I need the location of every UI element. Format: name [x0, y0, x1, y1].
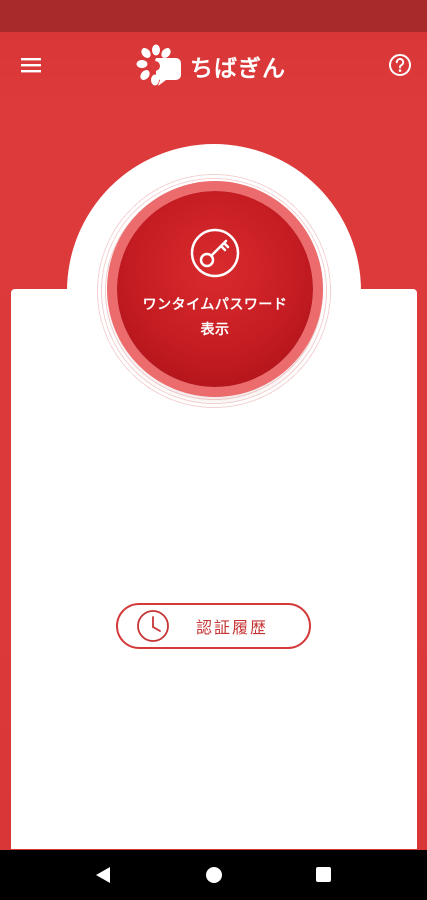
key-icon [190, 228, 240, 278]
app-logo: ちばぎん [136, 44, 286, 88]
auth-history-button[interactable]: 認証履歴 [116, 603, 311, 649]
question-circle-icon [389, 54, 411, 76]
app-header: ちばぎん [0, 32, 427, 100]
recents-square-icon[interactable] [316, 867, 331, 882]
home-circle-icon[interactable] [206, 867, 222, 883]
otp-label-line1: ワンタイムパスワード [142, 297, 288, 313]
status-bar [0, 0, 427, 32]
otp-display-button[interactable]: ワンタイムパスワード 表示 [117, 191, 313, 387]
system-nav-bar [0, 850, 427, 900]
hamburger-menu-icon [21, 58, 41, 73]
otp-button-label: ワンタイムパスワード 表示 [143, 293, 288, 343]
auth-history-label: 認証履歴 [196, 618, 269, 637]
otp-label-line2: 表示 [200, 322, 230, 338]
clock-icon [137, 610, 169, 642]
flower-logo-icon [136, 44, 181, 86]
menu-button[interactable] [16, 50, 46, 80]
logo-text: ちばぎん [190, 56, 286, 82]
back-triangle-icon[interactable] [96, 867, 110, 883]
help-button[interactable] [387, 52, 413, 78]
